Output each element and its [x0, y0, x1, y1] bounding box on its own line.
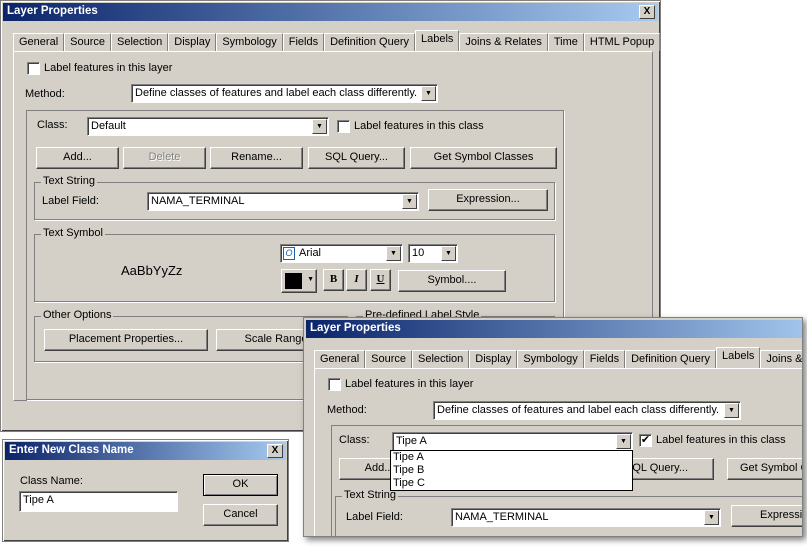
labels-panel: Label features in this layer Method: Def…: [314, 368, 802, 536]
label-layer-text: Label features in this layer: [44, 62, 173, 74]
tab-fields[interactable]: Fields: [583, 350, 626, 368]
font-select[interactable]: O Arial ▼: [280, 244, 403, 263]
label-field-select[interactable]: NAMA_TERMINAL ▼: [451, 508, 721, 527]
class-option[interactable]: Tipe C: [391, 477, 632, 490]
tab-labels[interactable]: Labels: [414, 30, 460, 51]
chevron-down-icon[interactable]: ▼: [402, 194, 417, 209]
title-bar: Layer Properties X: [3, 3, 658, 21]
expression-button[interactable]: Expression...: [731, 505, 802, 527]
color-button[interactable]: ▼: [281, 269, 317, 293]
tab-definition-query[interactable]: Definition Query: [324, 33, 415, 51]
symbol-preview: AaBbYyZz: [121, 263, 183, 278]
tab-general[interactable]: General: [314, 350, 366, 368]
tab-definition-query[interactable]: Definition Query: [625, 350, 716, 368]
method-select[interactable]: Define classes of features and label eac…: [433, 401, 741, 420]
close-button[interactable]: X: [639, 5, 655, 19]
tab-fields[interactable]: Fields: [282, 33, 325, 51]
cancel-button[interactable]: Cancel: [203, 504, 278, 526]
font-size-select[interactable]: 10 ▼: [408, 244, 458, 263]
tab-labels[interactable]: Labels: [715, 347, 761, 368]
label-class-text: Label features in this class: [656, 434, 786, 446]
label-field-select[interactable]: NAMA_TERMINAL ▼: [147, 192, 419, 211]
layer-properties-dialog-2: Layer Properties General Source Selection D…: [303, 317, 803, 537]
method-label: Method:: [25, 88, 65, 100]
tab-source[interactable]: Source: [64, 33, 111, 51]
label-layer-checkbox[interactable]: [27, 62, 40, 75]
class-select[interactable]: Tipe A ▼: [392, 432, 633, 451]
label-class-checkbox[interactable]: ✔: [639, 434, 652, 447]
chevron-down-icon[interactable]: ▼: [441, 246, 456, 261]
bold-button[interactable]: B: [323, 269, 344, 291]
tab-symbology[interactable]: Symbology: [216, 33, 283, 51]
tab-display[interactable]: Display: [168, 33, 217, 51]
label-field-label: Label Field:: [42, 195, 99, 207]
new-class-dialog: Enter New Class Name X Class Name: Tipe A…: [2, 439, 289, 542]
text-string-group: Text String Label Field: NAMA_TERMINAL ▼ …: [34, 175, 555, 220]
title-bar: Enter New Class Name X: [5, 442, 286, 460]
label-layer-text: Label features in this layer: [345, 378, 474, 390]
label-class-checkbox[interactable]: [337, 120, 350, 133]
label-class-text: Label features in this class: [354, 120, 484, 132]
method-select[interactable]: Define classes of features and label eac…: [131, 84, 438, 103]
tab-display[interactable]: Display: [469, 350, 518, 368]
class-label: Class:: [37, 119, 68, 131]
method-label: Method:: [327, 404, 367, 416]
class-label: Class:: [339, 434, 370, 446]
tab-time[interactable]: Time: [547, 33, 584, 51]
tab-html-popup[interactable]: HTML Popup: [583, 33, 661, 51]
text-symbol-group: Text Symbol AaBbYyZz O Arial ▼ 10 ▼ ▼ B I U…: [34, 227, 555, 302]
tab-joins-relates[interactable]: Joins & Relates: [459, 33, 548, 51]
underline-button[interactable]: U: [370, 269, 391, 291]
chevron-down-icon[interactable]: ▼: [386, 246, 401, 261]
class-dropdown-list: Tipe A Tipe B Tipe C: [390, 450, 633, 491]
tab-bar: General Source Selection Display Symbology Fi…: [13, 30, 661, 51]
delete-button[interactable]: Delete: [123, 147, 206, 169]
ok-button[interactable]: OK: [203, 474, 278, 496]
chevron-down-icon: ▼: [307, 276, 314, 283]
class-option[interactable]: Tipe B: [391, 464, 632, 477]
other-options-group: Other Options Placement Properties... Sc…: [34, 309, 348, 362]
class-select[interactable]: Default ▼: [87, 117, 329, 136]
chevron-down-icon[interactable]: ▼: [312, 119, 327, 134]
sql-query-button[interactable]: SQL Query...: [308, 147, 405, 169]
add-button[interactable]: Add...: [36, 147, 119, 169]
label-field-label: Label Field:: [346, 511, 403, 523]
chevron-down-icon[interactable]: ▼: [704, 510, 719, 525]
class-name-input[interactable]: Tipe A: [19, 491, 178, 512]
chevron-down-icon[interactable]: ▼: [421, 86, 436, 101]
rename-button[interactable]: Rename...: [210, 147, 303, 169]
class-name-label: Class Name:: [20, 475, 83, 487]
tab-bar: General Source Selection Display Symbology Fi…: [314, 347, 802, 368]
tab-selection[interactable]: Selection: [111, 33, 169, 51]
expression-button[interactable]: Expression...: [428, 189, 548, 211]
symbol-button[interactable]: Symbol....: [398, 270, 506, 292]
placement-properties-button[interactable]: Placement Properties...: [44, 329, 208, 351]
tab-joins-relates[interactable]: Joins & Relates: [760, 350, 802, 368]
tab-selection[interactable]: Selection: [412, 350, 470, 368]
color-swatch: [285, 273, 302, 289]
italic-button[interactable]: I: [346, 269, 367, 291]
get-symbol-classes-button[interactable]: Get Symbol Classes: [410, 147, 557, 169]
tab-general[interactable]: General: [13, 33, 65, 51]
title-bar: Layer Properties: [306, 320, 802, 338]
tab-symbology[interactable]: Symbology: [517, 350, 584, 368]
close-button[interactable]: X: [267, 444, 283, 458]
get-symbol-classes-button[interactable]: Get Symbol Classes: [727, 458, 802, 480]
class-option[interactable]: Tipe A: [391, 451, 632, 464]
text-string-group: Text String Label Field: NAMA_TERMINAL ▼ …: [335, 489, 802, 536]
class-group: Class: Tipe A ▼ ✔ Label features in this …: [331, 425, 802, 536]
chevron-down-icon[interactable]: ▼: [724, 403, 739, 418]
tab-source[interactable]: Source: [365, 350, 412, 368]
chevron-down-icon[interactable]: ▼: [616, 434, 631, 449]
label-layer-checkbox[interactable]: [328, 378, 341, 391]
font-type-icon: O: [283, 247, 295, 260]
